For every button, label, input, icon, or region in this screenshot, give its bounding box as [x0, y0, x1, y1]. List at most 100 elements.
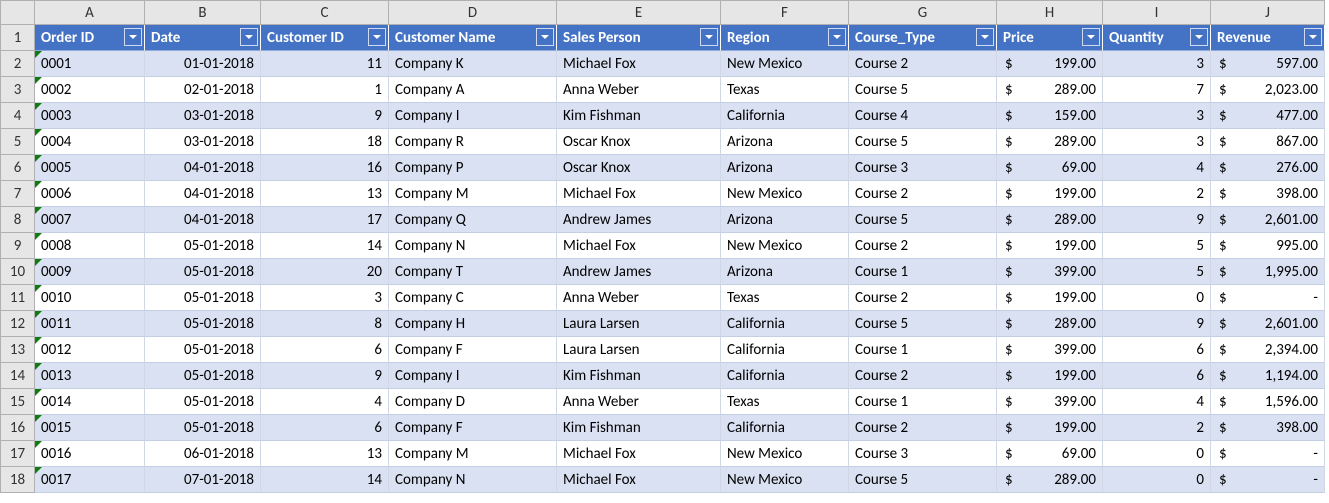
row-head-3[interactable]: 3	[1, 77, 35, 103]
cell-sales-person[interactable]: Kim Fishman	[557, 415, 721, 441]
cell-quantity[interactable]: 3	[1103, 103, 1211, 129]
cell-price[interactable]: $199.00	[997, 51, 1103, 77]
cell-date[interactable]: 05-01-2018	[145, 259, 261, 285]
cell-price[interactable]: $399.00	[997, 259, 1103, 285]
cell-order-id[interactable]: 0001	[35, 51, 145, 77]
cell-price[interactable]: $199.00	[997, 415, 1103, 441]
cell-date[interactable]: 05-01-2018	[145, 311, 261, 337]
cell-customer-id[interactable]: 14	[261, 233, 389, 259]
cell-revenue[interactable]: $1,596.00	[1211, 389, 1325, 415]
row-head-12[interactable]: 12	[1, 311, 35, 337]
cell-date[interactable]: 07-01-2018	[145, 467, 261, 493]
cell-order-id[interactable]: 0011	[35, 311, 145, 337]
cell-course-type[interactable]: Course 2	[849, 181, 997, 207]
cell-course-type[interactable]: Course 1	[849, 337, 997, 363]
cell-revenue[interactable]: $995.00	[1211, 233, 1325, 259]
row-head-8[interactable]: 8	[1, 207, 35, 233]
cell-revenue[interactable]: $1,995.00	[1211, 259, 1325, 285]
cell-order-id[interactable]: 0014	[35, 389, 145, 415]
cell-order-id[interactable]: 0012	[35, 337, 145, 363]
cell-course-type[interactable]: Course 2	[849, 233, 997, 259]
cell-course-type[interactable]: Course 5	[849, 207, 997, 233]
cell-date[interactable]: 04-01-2018	[145, 181, 261, 207]
select-all-corner[interactable]	[1, 1, 35, 25]
cell-revenue[interactable]: $398.00	[1211, 181, 1325, 207]
cell-sales-person[interactable]: Oscar Knox	[557, 155, 721, 181]
cell-date[interactable]: 02-01-2018	[145, 77, 261, 103]
cell-quantity[interactable]: 3	[1103, 129, 1211, 155]
cell-date[interactable]: 03-01-2018	[145, 129, 261, 155]
cell-revenue[interactable]: $2,023.00	[1211, 77, 1325, 103]
cell-region[interactable]: New Mexico	[721, 233, 849, 259]
cell-sales-person[interactable]: Michael Fox	[557, 233, 721, 259]
cell-revenue[interactable]: $597.00	[1211, 51, 1325, 77]
cell-sales-person[interactable]: Kim Fishman	[557, 103, 721, 129]
cell-order-id[interactable]: 0002	[35, 77, 145, 103]
cell-region[interactable]: Arizona	[721, 259, 849, 285]
cell-revenue[interactable]: $2,394.00	[1211, 337, 1325, 363]
cell-sales-person[interactable]: Michael Fox	[557, 467, 721, 493]
cell-customer-name[interactable]: Company N	[389, 233, 557, 259]
cell-price[interactable]: $289.00	[997, 311, 1103, 337]
cell-customer-name[interactable]: Company K	[389, 51, 557, 77]
cell-course-type[interactable]: Course 2	[849, 51, 997, 77]
cell-order-id[interactable]: 0004	[35, 129, 145, 155]
cell-sales-person[interactable]: Andrew James	[557, 207, 721, 233]
cell-course-type[interactable]: Course 2	[849, 415, 997, 441]
cell-sales-person[interactable]: Anna Weber	[557, 389, 721, 415]
row-head-10[interactable]: 10	[1, 259, 35, 285]
col-head-H[interactable]: H	[997, 1, 1103, 25]
row-head-15[interactable]: 15	[1, 389, 35, 415]
cell-customer-name[interactable]: Company A	[389, 77, 557, 103]
cell-region[interactable]: California	[721, 311, 849, 337]
col-head-B[interactable]: B	[145, 1, 261, 25]
row-head-16[interactable]: 16	[1, 415, 35, 441]
cell-revenue[interactable]: $477.00	[1211, 103, 1325, 129]
row-head-14[interactable]: 14	[1, 363, 35, 389]
cell-customer-name[interactable]: Company R	[389, 129, 557, 155]
cell-date[interactable]: 05-01-2018	[145, 389, 261, 415]
cell-region[interactable]: California	[721, 415, 849, 441]
cell-course-type[interactable]: Course 5	[849, 129, 997, 155]
cell-customer-name[interactable]: Company I	[389, 103, 557, 129]
cell-customer-id[interactable]: 3	[261, 285, 389, 311]
cell-course-type[interactable]: Course 2	[849, 363, 997, 389]
cell-date[interactable]: 06-01-2018	[145, 441, 261, 467]
cell-customer-id[interactable]: 14	[261, 467, 389, 493]
cell-sales-person[interactable]: Anna Weber	[557, 285, 721, 311]
row-head-4[interactable]: 4	[1, 103, 35, 129]
cell-customer-id[interactable]: 6	[261, 337, 389, 363]
cell-sales-person[interactable]: Michael Fox	[557, 181, 721, 207]
cell-price[interactable]: $199.00	[997, 363, 1103, 389]
cell-quantity[interactable]: 5	[1103, 233, 1211, 259]
cell-price[interactable]: $289.00	[997, 77, 1103, 103]
row-head-9[interactable]: 9	[1, 233, 35, 259]
cell-region[interactable]: Texas	[721, 389, 849, 415]
cell-quantity[interactable]: 0	[1103, 467, 1211, 493]
col-head-C[interactable]: C	[261, 1, 389, 25]
cell-quantity[interactable]: 0	[1103, 441, 1211, 467]
cell-revenue[interactable]: $1,194.00	[1211, 363, 1325, 389]
cell-revenue[interactable]: $867.00	[1211, 129, 1325, 155]
cell-region[interactable]: New Mexico	[721, 181, 849, 207]
cell-sales-person[interactable]: Oscar Knox	[557, 129, 721, 155]
cell-order-id[interactable]: 0009	[35, 259, 145, 285]
cell-quantity[interactable]: 6	[1103, 363, 1211, 389]
cell-quantity[interactable]: 4	[1103, 389, 1211, 415]
cell-region[interactable]: Texas	[721, 77, 849, 103]
filter-dropdown-icon[interactable]	[700, 28, 718, 46]
cell-quantity[interactable]: 5	[1103, 259, 1211, 285]
cell-customer-id[interactable]: 6	[261, 415, 389, 441]
row-head-18[interactable]: 18	[1, 467, 35, 493]
cell-quantity[interactable]: 7	[1103, 77, 1211, 103]
cell-sales-person[interactable]: Michael Fox	[557, 51, 721, 77]
cell-order-id[interactable]: 0017	[35, 467, 145, 493]
cell-region[interactable]: Texas	[721, 285, 849, 311]
cell-customer-id[interactable]: 1	[261, 77, 389, 103]
filter-dropdown-icon[interactable]	[124, 28, 142, 46]
cell-sales-person[interactable]: Laura Larsen	[557, 337, 721, 363]
cell-price[interactable]: $399.00	[997, 389, 1103, 415]
cell-sales-person[interactable]: Michael Fox	[557, 441, 721, 467]
cell-course-type[interactable]: Course 4	[849, 103, 997, 129]
cell-customer-id[interactable]: 11	[261, 51, 389, 77]
